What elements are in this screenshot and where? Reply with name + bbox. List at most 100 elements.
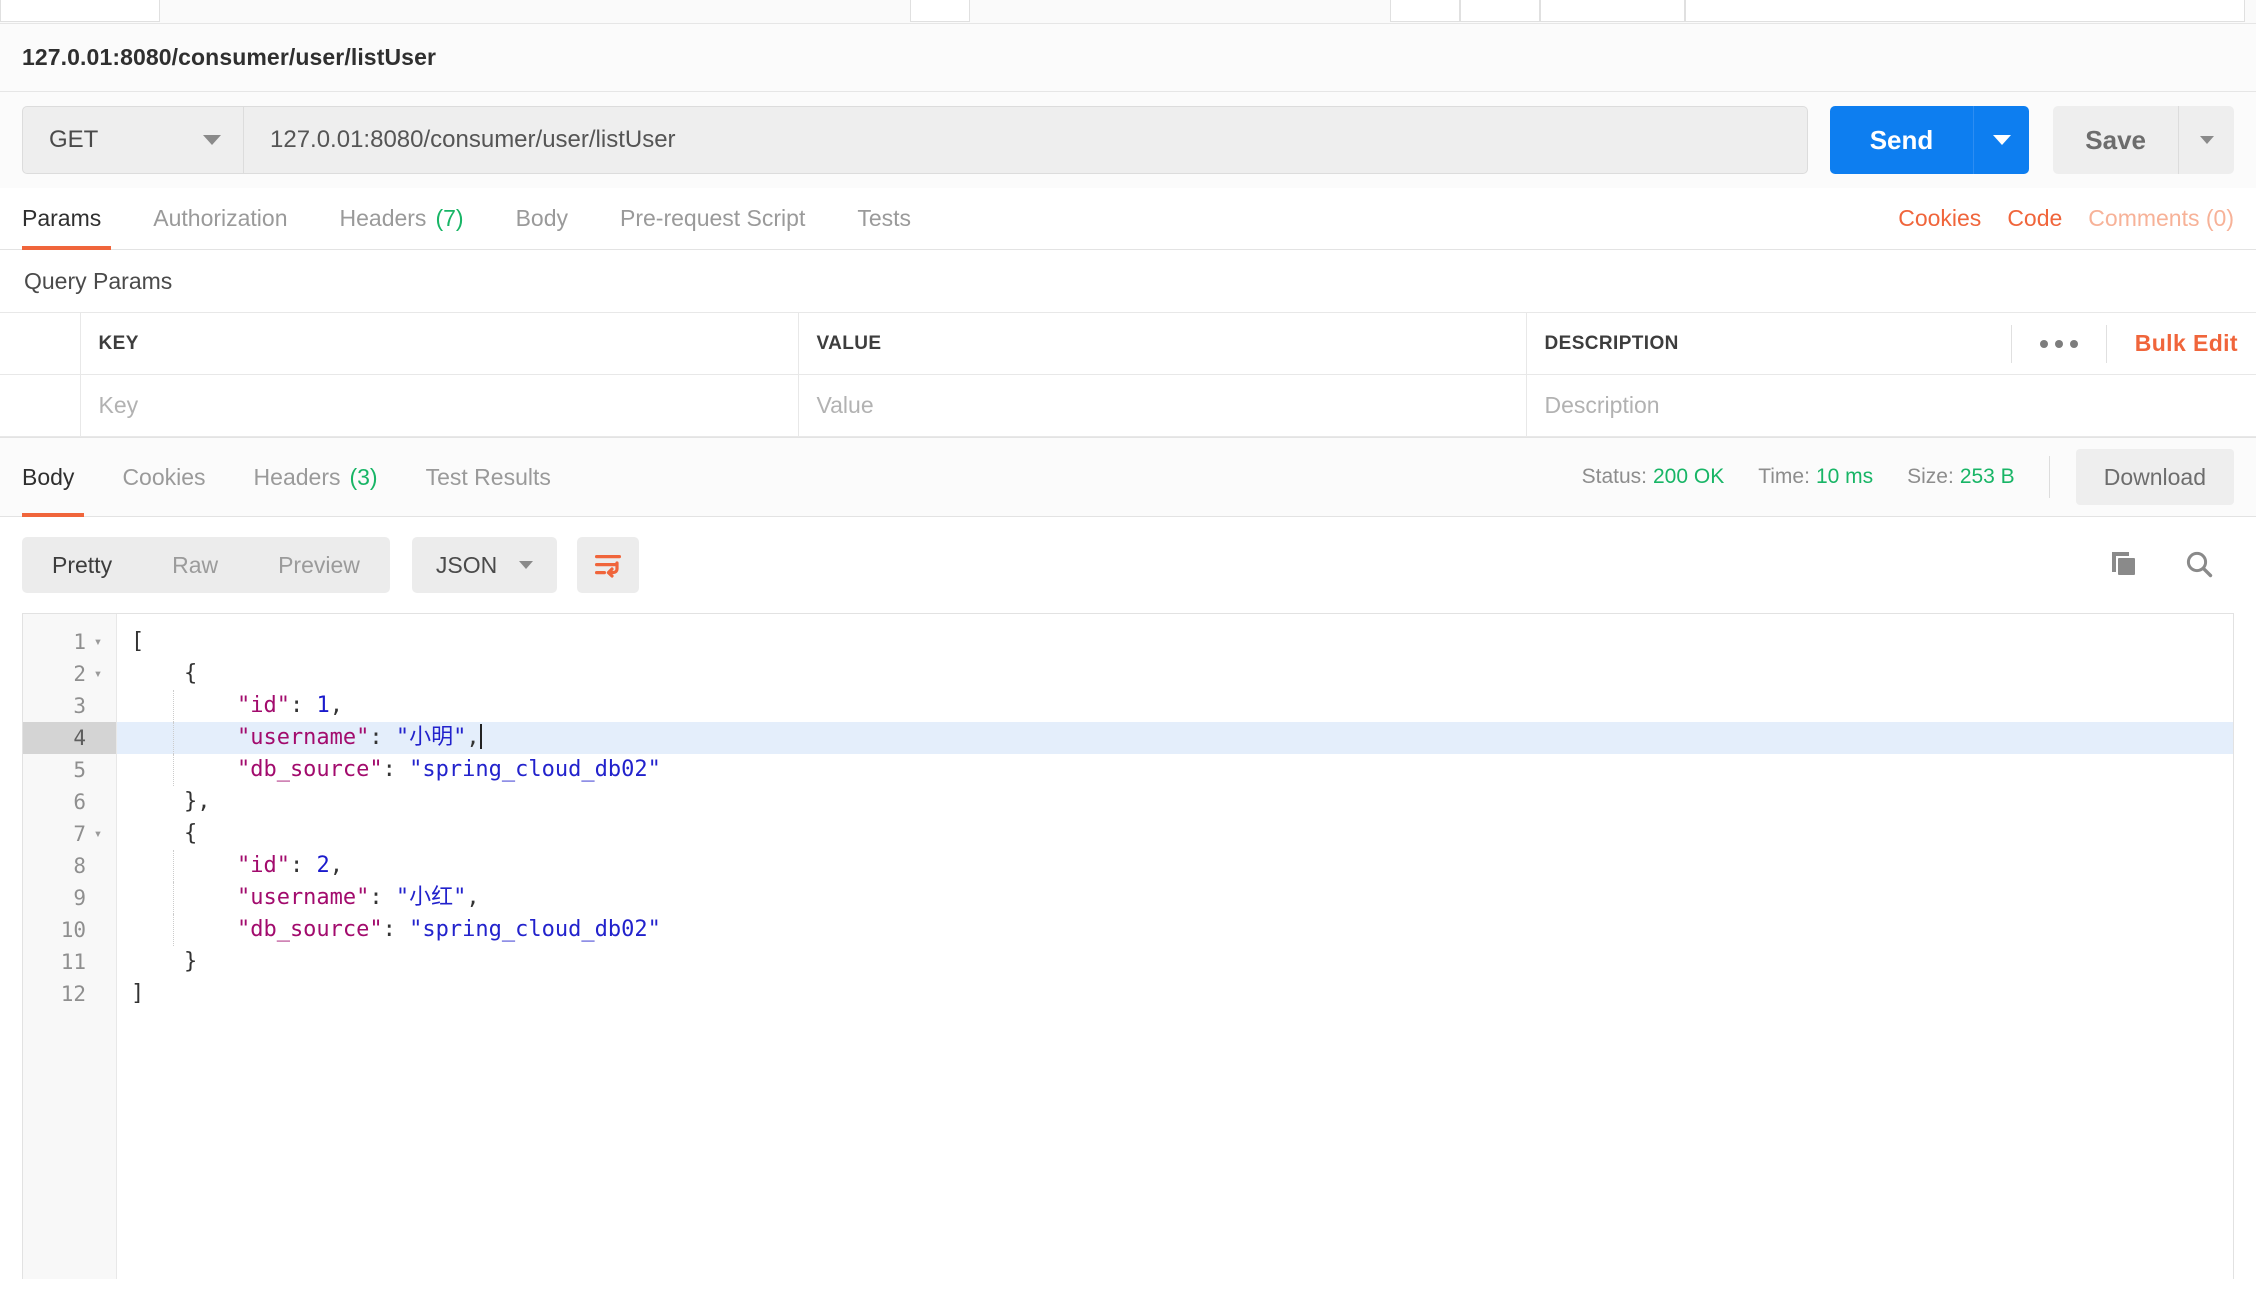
code-token: "username" — [131, 885, 370, 910]
code-token: 1 — [316, 693, 330, 718]
select-all-cell[interactable] — [0, 312, 81, 375]
request-tabs-links: Cookies Code Comments (0) — [1885, 188, 2234, 249]
comments-link[interactable]: Comments (0) — [2075, 205, 2234, 232]
send-options-button[interactable] — [1973, 106, 2030, 174]
view-pretty[interactable]: Pretty — [22, 537, 142, 593]
tab-label: Pre-request Script — [620, 205, 806, 231]
code-line: "db_source": "spring_cloud_db02" — [117, 754, 2233, 786]
size-label: Size: — [1907, 465, 1954, 488]
editor-code-area[interactable]: [ { "id": 1, "username": "小明", "db_sourc… — [117, 614, 2233, 1253]
download-button[interactable]: Download — [2075, 449, 2234, 505]
request-tabs: Params Authorization Headers (7) Body Pr… — [22, 188, 937, 250]
indent-guide — [173, 850, 174, 882]
tab-params[interactable]: Params — [22, 188, 127, 250]
code-line: "username": "小红", — [117, 882, 2233, 914]
code-token: "小红" — [395, 885, 467, 910]
code-token: "username" — [131, 725, 370, 750]
code-token: { — [131, 821, 198, 846]
tab-fragment-3[interactable] — [1390, 0, 1460, 22]
tab-test-results[interactable]: Test Results — [402, 438, 575, 516]
fold-toggle-icon[interactable]: ▾ — [90, 827, 106, 841]
code-token: : — [382, 757, 410, 782]
tab-fragment-5[interactable] — [1540, 0, 1685, 22]
chevron-down-icon — [203, 135, 221, 145]
url-input[interactable]: 127.0.01:8080/consumer/user/listUser — [244, 106, 1808, 174]
time-label: Time: — [1758, 465, 1810, 488]
code-token: "id" — [131, 693, 290, 718]
code-line: "username": "小明", — [117, 722, 2233, 754]
tab-response-headers[interactable]: Headers (3) — [230, 438, 402, 516]
format-select[interactable]: JSON — [411, 537, 558, 593]
code-token: [ — [131, 629, 145, 654]
tab-authorization[interactable]: Authorization — [127, 188, 313, 249]
tab-label: Tests — [857, 205, 912, 231]
column-header-description-label: DESCRIPTION — [1544, 332, 1679, 354]
tab-tests[interactable]: Tests — [831, 188, 937, 249]
code-line: { — [117, 818, 2233, 850]
bulk-edit-button[interactable]: Bulk Edit — [2107, 330, 2238, 357]
copy-button[interactable] — [2106, 548, 2140, 582]
tab-label: Cookies — [122, 463, 206, 490]
tab-fragment-4[interactable] — [1460, 0, 1540, 22]
view-preview[interactable]: Preview — [248, 537, 390, 593]
format-label: JSON — [435, 551, 498, 578]
code-token: { — [131, 661, 198, 686]
indent-guide — [173, 754, 174, 786]
code-token: } — [131, 949, 198, 974]
tab-headers[interactable]: Headers (7) — [314, 188, 490, 249]
tab-fragment-2[interactable] — [910, 0, 970, 22]
editor-gutter: 1 ▾ 2 ▾ 3 4 5 6 7 ▾ 8 9 10 11 12 — [23, 614, 117, 1253]
divider — [2048, 456, 2050, 498]
line-number: 7 ▾ — [23, 818, 116, 850]
view-raw[interactable]: Raw — [142, 537, 248, 593]
indent-guide — [173, 914, 174, 946]
code-token: "db_source" — [131, 757, 383, 782]
word-wrap-toggle[interactable] — [577, 537, 640, 593]
cookies-link[interactable]: Cookies — [1885, 205, 1994, 232]
code-token: : — [289, 853, 317, 878]
save-options-button[interactable] — [2178, 106, 2234, 174]
code-line: } — [117, 946, 2233, 978]
window-chrome-strip — [0, 0, 2256, 24]
tab-response-body[interactable]: Body — [22, 438, 98, 517]
code-line: { — [117, 658, 2233, 690]
send-button[interactable]: Send — [1829, 106, 1974, 174]
response-body-editor[interactable]: 1 ▾ 2 ▾ 3 4 5 6 7 ▾ 8 9 10 11 12 [ { "id": 1, "usernam… — [22, 613, 2234, 1253]
code-line: "db_source": "spring_cloud_db02" — [117, 914, 2233, 946]
param-description-input[interactable]: Description — [1525, 374, 2256, 437]
tab-fragment-6[interactable] — [1685, 0, 2245, 22]
column-header-key: KEY — [79, 312, 799, 375]
code-link[interactable]: Code — [1994, 205, 2075, 232]
line-number: 10 — [60, 918, 86, 942]
code-token: : — [369, 885, 396, 910]
fold-toggle-icon[interactable]: ▾ — [90, 635, 106, 649]
response-tabs: Body Cookies Headers (3) Test Results — [22, 438, 575, 517]
response-body-actions — [2106, 548, 2234, 582]
more-options-icon[interactable] — [2010, 324, 2107, 363]
row-checkbox-cell[interactable] — [0, 374, 81, 437]
copy-icon — [2112, 552, 2135, 575]
response-body-toolbar: Pretty Raw Preview JSON — [0, 517, 2256, 613]
indent-guide — [173, 882, 174, 914]
save-button[interactable]: Save — [2053, 106, 2178, 174]
editor-bottom-edge — [22, 1253, 2234, 1279]
word-wrap-icon — [595, 555, 622, 578]
code-token: : — [382, 917, 410, 942]
tab-response-cookies[interactable]: Cookies — [98, 438, 229, 516]
chevron-down-icon — [519, 561, 534, 569]
code-token: : — [369, 725, 396, 750]
response-meta: Status: 200 OK Time: 10 ms Size: 253 B Down… — [1582, 438, 2234, 516]
code-line: [ — [117, 626, 2233, 658]
tab-body[interactable]: Body — [490, 188, 594, 249]
tab-pre-request-script[interactable]: Pre-request Script — [594, 188, 831, 249]
http-method-select[interactable]: GET — [22, 106, 244, 174]
fold-toggle-icon[interactable]: ▾ — [90, 667, 106, 681]
code-token: , — [329, 693, 343, 718]
tab-fragment-1[interactable] — [0, 0, 160, 22]
search-button[interactable] — [2182, 548, 2216, 582]
indent-guide — [173, 722, 174, 754]
line-number: 9 — [73, 886, 86, 910]
code-line: ] — [117, 978, 2233, 1010]
param-value-input[interactable]: Value — [797, 374, 1527, 437]
param-key-input[interactable]: Key — [79, 374, 799, 437]
